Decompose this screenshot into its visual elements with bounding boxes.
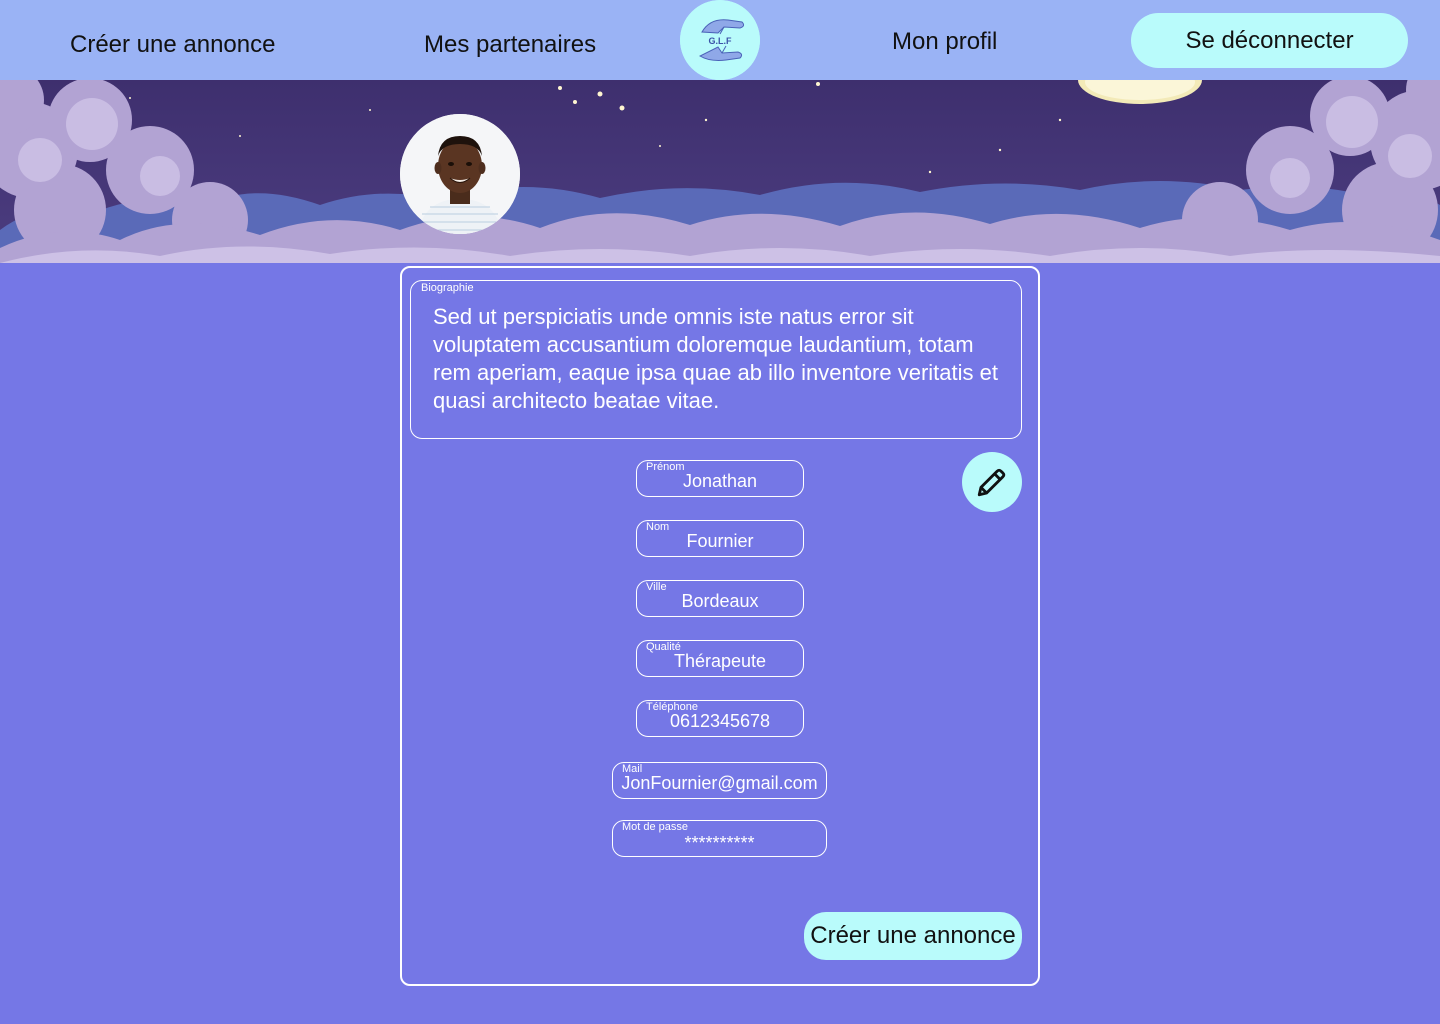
profile-card: Biographie Sed ut perspiciatis unde omni…: [400, 266, 1040, 986]
profile-avatar[interactable]: [400, 114, 520, 234]
email-value: JonFournier@gmail.com: [621, 773, 818, 793]
last-name-field[interactable]: Nom Fournier: [636, 520, 804, 557]
create-ad-button[interactable]: Créer une annonce: [804, 912, 1022, 960]
role-field[interactable]: Qualité Thérapeute: [636, 640, 804, 677]
password-value: **********: [684, 833, 755, 853]
password-field[interactable]: Mot de passe **********: [612, 820, 827, 857]
logo-text: G.L.F: [709, 36, 732, 46]
role-value: Thérapeute: [673, 651, 767, 671]
biography-text: Sed ut perspiciatis unde omnis iste natu…: [433, 304, 998, 413]
biography-label: Biographie: [421, 282, 474, 294]
nav-profile-link[interactable]: Mon profil: [892, 28, 997, 56]
phone-value: 0612345678: [669, 711, 771, 731]
edit-profile-button[interactable]: [962, 452, 1022, 512]
profile-banner: [0, 80, 1440, 263]
first-name-field[interactable]: Prénom Jonathan: [636, 460, 804, 497]
city-field[interactable]: Ville Bordeaux: [636, 580, 804, 617]
city-value: Bordeaux: [681, 591, 759, 611]
password-label: Mot de passe: [622, 821, 689, 833]
handshake-logo-icon: G.L.F: [680, 0, 760, 80]
last-name-value: Fournier: [686, 531, 754, 551]
first-name-value: Jonathan: [682, 471, 758, 491]
night-sky-banner-image: [0, 80, 1440, 263]
email-field[interactable]: Mail JonFournier@gmail.com: [612, 762, 827, 799]
nav-partners-link[interactable]: Mes partenaires: [424, 31, 596, 59]
phone-field[interactable]: Téléphone 0612345678: [636, 700, 804, 737]
biography-field[interactable]: Biographie Sed ut perspiciatis unde omni…: [410, 280, 1022, 439]
brand-logo[interactable]: G.L.F: [680, 0, 760, 80]
logout-button[interactable]: Se déconnecter: [1131, 13, 1408, 68]
user-photo-icon: [400, 114, 520, 234]
nav-create-ad-link[interactable]: Créer une annonce: [70, 31, 275, 59]
pencil-icon: [977, 468, 1006, 497]
top-navbar: Créer une annonce Mes partenaires G.L.F …: [0, 0, 1440, 80]
